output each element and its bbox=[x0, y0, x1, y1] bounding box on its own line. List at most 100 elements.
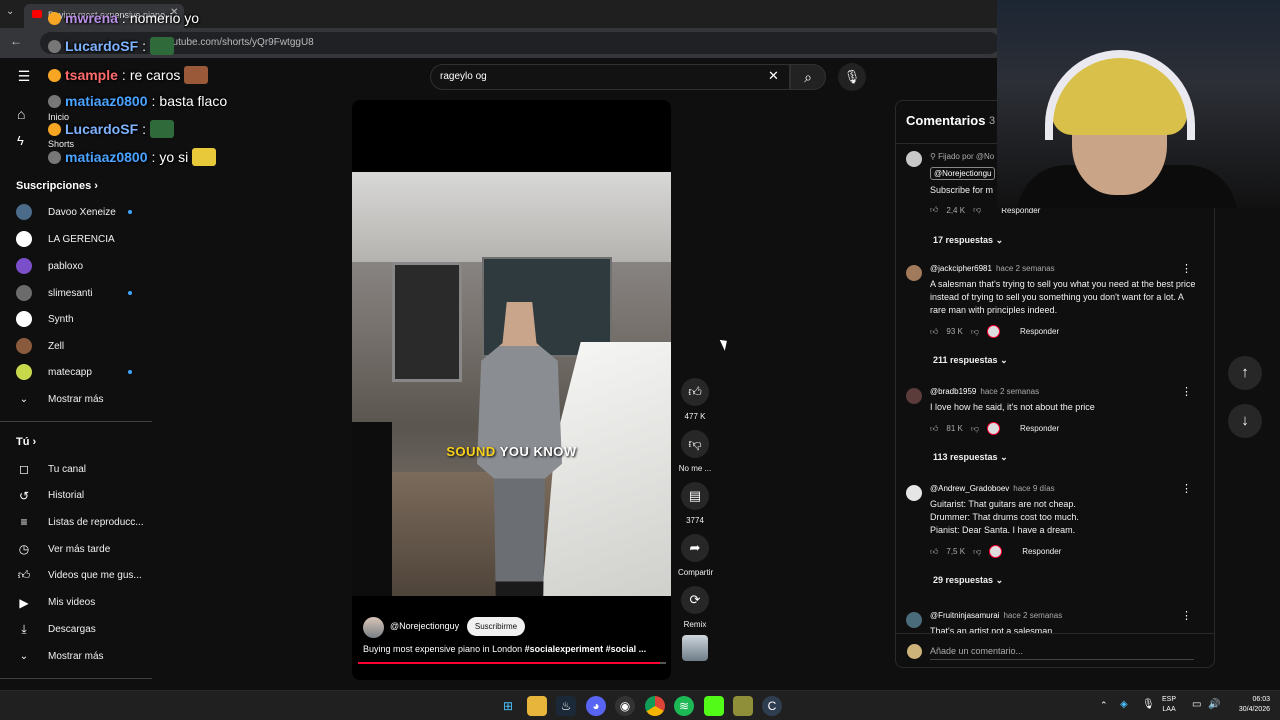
replies-toggle[interactable]: 29 respuestas ⌄ bbox=[933, 575, 1003, 586]
comment-like-button[interactable]: 👍︎ bbox=[930, 205, 938, 215]
like-button[interactable]: 👍︎ 477 K bbox=[678, 378, 712, 421]
steam-icon[interactable]: ♨ bbox=[556, 696, 576, 716]
you-item[interactable]: ▶ Mis videos bbox=[0, 590, 152, 616]
you-item[interactable]: ≡ Listas de reproducc... bbox=[0, 509, 152, 535]
arrow-down-icon: ↓ bbox=[1241, 412, 1249, 429]
comment-menu-icon[interactable]: ⋮ bbox=[1181, 482, 1192, 495]
add-comment-input[interactable]: Añade un comentario... bbox=[930, 646, 1194, 660]
subscription-item[interactable]: Synth bbox=[0, 306, 152, 332]
comment-time: hace 2 semanas bbox=[980, 387, 1040, 396]
ccleaner-icon[interactable]: C bbox=[762, 696, 782, 716]
you-item[interactable]: ↺ Historial bbox=[0, 483, 152, 509]
show-more-subscriptions[interactable]: ⌄ Mostrar más bbox=[0, 386, 152, 412]
you-title[interactable]: Tú › bbox=[16, 436, 36, 448]
you-item[interactable]: ◻ Tu canal bbox=[0, 456, 152, 482]
replies-toggle[interactable]: 113 respuestas ⌄ bbox=[933, 452, 1008, 463]
comment-dislike-button[interactable]: 👎︎ bbox=[971, 424, 979, 434]
remix-button[interactable]: ⟳ Remix bbox=[678, 586, 712, 629]
comment-author[interactable]: @bradb1959 hace 2 semanas bbox=[930, 387, 1039, 396]
share-button[interactable]: ➦ Compartir bbox=[678, 534, 713, 577]
comment-avatar[interactable] bbox=[906, 151, 922, 167]
discord-icon[interactable]: ◕ bbox=[586, 696, 606, 716]
network-icon[interactable]: ▭ bbox=[1192, 699, 1201, 710]
comment-author[interactable]: @Andrew_Gradoboev hace 9 días bbox=[930, 484, 1055, 493]
tab-list-icon[interactable]: ⌄ bbox=[6, 6, 14, 17]
replies-toggle[interactable]: 211 respuestas ⌄ bbox=[933, 355, 1008, 366]
comment-dislike-button[interactable]: 👎︎ bbox=[973, 205, 981, 215]
channel-avatar[interactable] bbox=[363, 617, 384, 638]
subscription-item[interactable]: slimesanti bbox=[0, 280, 152, 306]
subscribe-button[interactable]: Suscribirme bbox=[467, 617, 525, 636]
you-item[interactable]: ◷ Ver más tarde bbox=[0, 536, 152, 562]
you-item[interactable]: ⤓ Descargas bbox=[0, 616, 152, 642]
chat-separator: : bbox=[151, 149, 156, 165]
reply-button[interactable]: Responder bbox=[1022, 547, 1061, 556]
start-icon[interactable]: ⊞ bbox=[498, 696, 518, 716]
share-icon: ➦ bbox=[681, 534, 709, 562]
channel-name[interactable]: @Norejectionguy bbox=[390, 621, 459, 631]
tray-overflow-icon[interactable]: ⌃ bbox=[1100, 700, 1108, 711]
comment-avatar[interactable] bbox=[906, 265, 922, 281]
comment-avatar[interactable] bbox=[906, 612, 922, 628]
comment-dislike-button[interactable]: 👎︎ bbox=[973, 547, 981, 557]
comment-actions: 👍︎ 7,5 K 👎︎ Responder bbox=[930, 545, 1061, 558]
sound-thumbnail[interactable] bbox=[682, 635, 708, 661]
chrome-icon[interactable] bbox=[645, 696, 665, 716]
obs-icon[interactable]: ◉ bbox=[615, 696, 635, 716]
comment-like-count: 93 K bbox=[946, 327, 963, 336]
comment-dislike-button[interactable]: 👎︎ bbox=[971, 327, 979, 337]
comment-like-button[interactable]: 👍︎ bbox=[930, 547, 938, 557]
volume-icon[interactable]: 🔊 bbox=[1208, 699, 1220, 710]
mic-tray-icon[interactable]: 🎙 bbox=[1142, 699, 1155, 710]
you-item[interactable]: 👍︎ Videos que me gus... bbox=[0, 563, 152, 589]
subscription-item[interactable]: Zell bbox=[0, 333, 152, 359]
chevron-right-icon: › bbox=[32, 436, 37, 448]
url-input[interactable]: youtube.com/shorts/yQr9FwtggU8 bbox=[40, 32, 1000, 54]
subscriptions-title[interactable]: Suscripciones › bbox=[16, 180, 98, 192]
subscription-item[interactable]: pabloxo bbox=[0, 253, 152, 279]
voice-search-button[interactable]: 🎙 bbox=[838, 63, 866, 91]
sidebar-divider bbox=[0, 678, 152, 679]
dislike-button[interactable]: 👎︎ No me ... bbox=[678, 430, 712, 473]
comment-avatar[interactable] bbox=[906, 485, 922, 501]
comment-author[interactable]: @jackcipher6981 hace 2 semanas bbox=[930, 264, 1055, 273]
you-item-label: Listas de reproducc... bbox=[48, 516, 144, 528]
comment-author[interactable]: @Fruitninjasamurai hace 2 semanas bbox=[930, 611, 1062, 620]
spotify-icon[interactable]: ≋ bbox=[674, 696, 694, 716]
comment-avatar[interactable] bbox=[906, 388, 922, 404]
comment-menu-icon[interactable]: ⋮ bbox=[1181, 262, 1192, 275]
kick-icon[interactable] bbox=[704, 696, 724, 716]
subscription-item[interactable]: Davoo Xeneize bbox=[0, 199, 152, 225]
show-more-you[interactable]: ⌄ Mostrar más bbox=[0, 643, 152, 669]
app-icon[interactable] bbox=[733, 696, 753, 716]
language-indicator[interactable]: ESP LAA bbox=[1162, 695, 1176, 715]
subscription-name: matecapp bbox=[48, 366, 92, 378]
comment-like-button[interactable]: 👍︎ bbox=[930, 327, 938, 337]
search-input[interactable]: rageylo og bbox=[430, 64, 790, 90]
comment-menu-icon[interactable]: ⋮ bbox=[1181, 609, 1192, 622]
subscription-item[interactable]: LA GERENCIA bbox=[0, 226, 152, 252]
comments-button[interactable]: ▤ 3774 bbox=[678, 482, 712, 525]
short-title[interactable]: Buying most expensive piano in London #s… bbox=[363, 644, 663, 654]
previous-short-button[interactable]: ↑ bbox=[1228, 356, 1262, 390]
video-progress-bar[interactable] bbox=[358, 662, 666, 664]
comment-like-button[interactable]: 👍︎ bbox=[930, 424, 938, 434]
subscription-name: Zell bbox=[48, 340, 65, 352]
back-arrow-icon[interactable]: ← bbox=[10, 34, 22, 48]
comment-like-count: 7,5 K bbox=[946, 547, 966, 556]
next-short-button[interactable]: ↓ bbox=[1228, 404, 1262, 438]
reply-button[interactable]: Responder bbox=[1020, 424, 1059, 433]
comment-menu-icon[interactable]: ⋮ bbox=[1181, 385, 1192, 398]
reply-button[interactable]: Responder bbox=[1020, 327, 1059, 336]
search-button[interactable]: ⌕ bbox=[790, 64, 826, 90]
replies-toggle[interactable]: 17 respuestas ⌄ bbox=[933, 235, 1003, 246]
file-explorer-icon[interactable] bbox=[527, 696, 547, 716]
chat-username: tsample bbox=[65, 67, 118, 83]
watch-later-icon: ◷ bbox=[18, 542, 30, 557]
tray-app-icon[interactable]: ◈ bbox=[1120, 699, 1128, 710]
short-video-player[interactable]: SOUND YOU KNOW bbox=[352, 100, 671, 680]
clock[interactable]: 06:03 30/4/2026 bbox=[1226, 695, 1270, 715]
subscription-item[interactable]: matecapp bbox=[0, 359, 152, 385]
clear-search-icon[interactable]: ✕ bbox=[768, 68, 779, 84]
pinned-author-chip[interactable]: @Norejectiongu bbox=[930, 167, 996, 180]
